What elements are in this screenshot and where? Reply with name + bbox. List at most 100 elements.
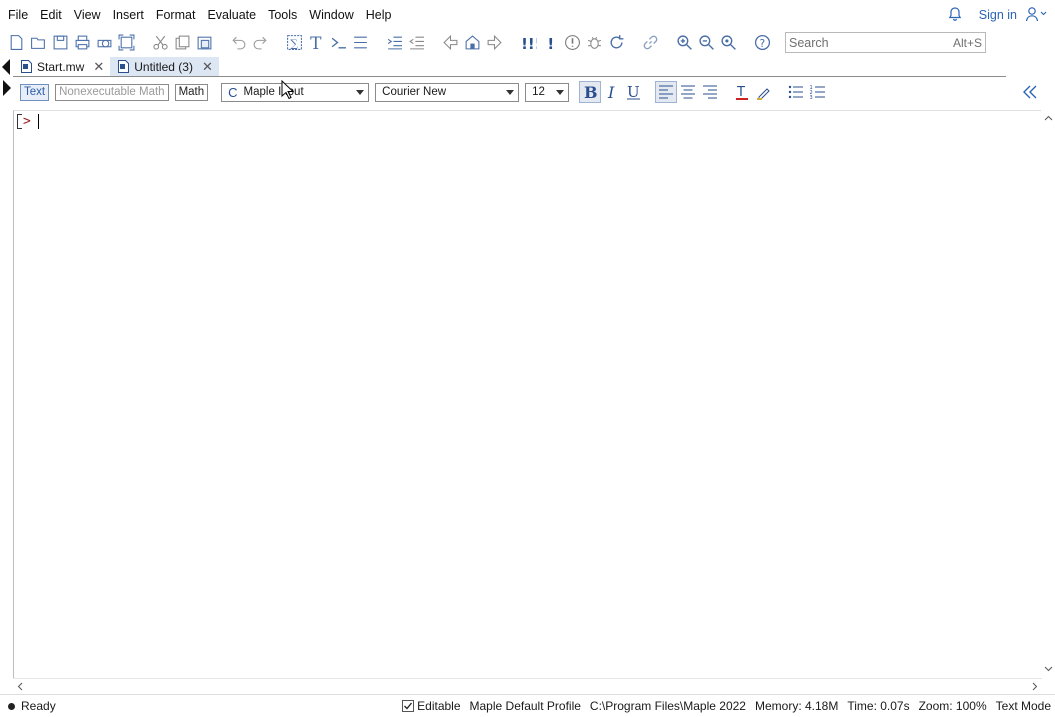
tab-label: Untitled (3) xyxy=(134,59,193,74)
chevron-down-icon xyxy=(506,89,515,95)
print-preview-icon[interactable] xyxy=(93,32,115,54)
menu-edit[interactable]: Edit xyxy=(34,0,68,30)
align-right-icon[interactable] xyxy=(699,81,721,103)
editable-toggle[interactable]: Editable xyxy=(402,699,461,713)
text-color-icon[interactable]: T xyxy=(731,81,753,103)
menu-window[interactable]: Window xyxy=(303,0,359,30)
align-left-icon[interactable] xyxy=(655,81,678,103)
font-size-select[interactable]: 12 xyxy=(525,82,570,102)
tab-start[interactable]: Start.mw ✕ xyxy=(13,57,110,76)
prompt-symbol: > xyxy=(23,114,31,129)
svg-text:B: B xyxy=(584,83,598,101)
editable-checkbox[interactable] xyxy=(402,700,415,712)
highlight-icon[interactable] xyxy=(753,81,775,103)
menu-file[interactable]: File xyxy=(2,0,34,30)
time-usage: Time: 0.07s xyxy=(847,699,910,713)
indent-icon[interactable] xyxy=(383,32,405,54)
svg-text:U: U xyxy=(627,83,640,101)
undo-icon[interactable] xyxy=(227,32,249,54)
svg-text:T: T xyxy=(736,85,745,100)
save-icon[interactable] xyxy=(49,32,71,54)
status-indicator-icon xyxy=(8,702,15,710)
tab-untitled[interactable]: Untitled (3) ✕ xyxy=(110,57,219,76)
redo-icon[interactable] xyxy=(249,32,271,54)
execution-group-icon[interactable] xyxy=(327,32,349,54)
svg-text:!: ! xyxy=(547,35,554,51)
scroll-down-icon[interactable] xyxy=(1044,664,1053,673)
svg-text:I: I xyxy=(607,83,615,101)
debug-icon[interactable] xyxy=(583,32,605,54)
menu-list: File Edit View Insert Format Evaluate To… xyxy=(0,0,397,30)
menu-view[interactable]: View xyxy=(68,0,107,30)
vertical-scrollbar[interactable] xyxy=(1042,110,1055,678)
menu-insert[interactable]: Insert xyxy=(107,0,150,30)
home-icon[interactable] xyxy=(461,32,483,54)
numbered-list-icon[interactable]: 123 xyxy=(807,81,829,103)
chevron-down-icon xyxy=(556,89,565,95)
execute-all-icon[interactable]: !!! xyxy=(517,32,539,54)
input-mode: Text Mode xyxy=(995,699,1051,713)
open-icon[interactable] xyxy=(27,32,49,54)
scroll-up-icon[interactable] xyxy=(1044,114,1053,123)
svg-text:!!!: !!! xyxy=(521,35,537,51)
text-icon[interactable]: T xyxy=(305,32,327,54)
zoom-out-icon[interactable] xyxy=(695,32,717,54)
bold-icon[interactable]: B xyxy=(579,81,602,103)
interrupt-icon[interactable] xyxy=(561,32,583,54)
collapse-panel-icon[interactable] xyxy=(1021,83,1039,104)
section-icon[interactable] xyxy=(349,32,371,54)
link-icon[interactable] xyxy=(639,32,661,54)
outdent-icon[interactable] xyxy=(405,32,427,54)
search-shortcut: Alt+S xyxy=(952,35,982,50)
execution-group-bracket[interactable] xyxy=(17,114,22,129)
text-cursor xyxy=(37,114,39,129)
nonexecutable-math-button[interactable]: Nonexecutable Math xyxy=(55,83,169,101)
worksheet-area[interactable]: > xyxy=(13,110,1041,678)
scroll-left-icon[interactable] xyxy=(16,682,25,691)
expand-palette-arrow-icon[interactable] xyxy=(3,80,11,96)
scroll-right-icon[interactable] xyxy=(1030,682,1039,691)
bell-icon[interactable] xyxy=(947,6,963,25)
forward-icon[interactable] xyxy=(483,32,505,54)
menu-evaluate[interactable]: Evaluate xyxy=(201,0,262,30)
restart-icon[interactable] xyxy=(605,32,627,54)
copy-icon[interactable] xyxy=(171,32,193,54)
paste-icon[interactable] xyxy=(193,32,215,54)
execute-icon[interactable]: ! xyxy=(539,32,561,54)
text-mode-button[interactable]: Text xyxy=(20,83,50,101)
align-center-icon[interactable] xyxy=(677,81,699,103)
input-prompt[interactable]: > xyxy=(17,114,39,129)
close-icon[interactable]: ✕ xyxy=(93,59,104,75)
zoom-reset-icon[interactable] xyxy=(717,32,739,54)
zoom-level: Zoom: 100% xyxy=(918,699,987,713)
worksheet-icon xyxy=(21,60,32,73)
menu-help[interactable]: Help xyxy=(360,0,398,30)
sign-in-link[interactable]: Sign in xyxy=(979,8,1017,22)
collapse-left-arrow-icon[interactable] xyxy=(2,59,10,75)
profile-label: Maple Default Profile xyxy=(469,699,581,713)
search-input[interactable] xyxy=(789,35,939,50)
menu-format[interactable]: Format xyxy=(150,0,202,30)
font-select[interactable]: Courier New xyxy=(375,82,520,102)
underline-icon[interactable]: U xyxy=(623,81,645,103)
editable-label: Editable xyxy=(417,699,461,713)
zoom-in-icon[interactable] xyxy=(673,32,695,54)
help-icon[interactable]: ? xyxy=(751,32,773,54)
back-icon[interactable] xyxy=(439,32,461,54)
new-icon[interactable] xyxy=(5,32,27,54)
fullscreen-icon[interactable] xyxy=(115,32,137,54)
math-icon[interactable]: ∑ xyxy=(283,32,305,54)
italic-icon[interactable]: I xyxy=(601,81,623,103)
math-mode-button[interactable]: Math xyxy=(174,83,209,101)
close-icon[interactable]: ✕ xyxy=(202,59,213,75)
print-icon[interactable] xyxy=(71,32,93,54)
status-bar: Ready Editable Maple Default Profile C:\… xyxy=(0,694,1055,717)
user-icon[interactable] xyxy=(1025,6,1047,25)
character-style-icon: C xyxy=(228,84,238,100)
cut-icon[interactable] xyxy=(149,32,171,54)
menu-tools[interactable]: Tools xyxy=(262,0,303,30)
bullet-list-icon[interactable] xyxy=(785,81,807,103)
horizontal-scrollbar[interactable] xyxy=(13,678,1042,694)
font-size-value: 12 xyxy=(532,86,545,98)
style-select[interactable]: C Maple Input xyxy=(221,82,370,102)
